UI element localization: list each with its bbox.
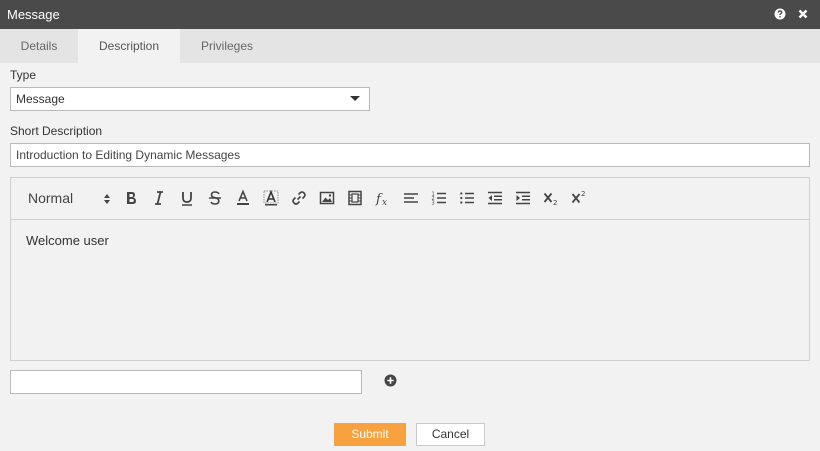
short-description-label: Short Description [10,124,103,138]
video-icon[interactable] [346,189,364,207]
outdent-icon[interactable] [486,189,504,207]
type-select-value: Message [16,92,65,106]
svg-text:2: 2 [553,199,557,207]
link-icon[interactable] [290,189,308,207]
indent-icon[interactable] [514,189,532,207]
cancel-button[interactable]: Cancel [416,423,485,446]
format-select-arrows-icon[interactable] [103,192,111,206]
superscript-icon[interactable]: 2 [570,189,588,207]
chevron-down-icon [350,96,360,101]
highlight-icon[interactable] [262,189,280,207]
close-icon[interactable] [797,8,809,20]
svg-text:2: 2 [581,190,585,198]
tab-bar: Details Description Privileges [0,29,820,63]
tab-details[interactable]: Details [0,29,78,63]
formula-icon[interactable]: f x [374,189,392,207]
type-label: Type [10,68,37,82]
tab-description[interactable]: Description [78,29,180,63]
image-icon[interactable] [318,189,336,207]
tab-privileges[interactable]: Privileges [180,29,274,63]
help-icon[interactable] [774,8,786,20]
rich-text-editor: Normal f x 1 2 3 2 2 Welcome user [10,177,810,361]
short-description-input[interactable]: Introduction to Editing Dynamic Messages [10,143,810,167]
format-select[interactable]: Normal [28,190,73,206]
svg-text:x: x [382,198,387,207]
editor-toolbar: Normal f x 1 2 3 2 2 [11,178,809,220]
font-color-icon[interactable] [234,189,252,207]
window-title: Message [7,7,60,22]
svg-text:3: 3 [432,201,435,207]
type-select[interactable]: Message [10,87,370,111]
subscript-icon[interactable]: 2 [542,189,560,207]
ordered-list-icon[interactable]: 1 2 3 [430,189,448,207]
editor-content[interactable]: Welcome user [26,233,109,248]
bold-icon[interactable] [122,189,140,207]
submit-button[interactable]: Submit [334,423,406,446]
italic-icon[interactable] [150,189,168,207]
bullet-list-icon[interactable] [458,189,476,207]
additional-input[interactable] [10,370,362,394]
align-icon[interactable] [402,189,420,207]
add-circle-icon[interactable] [384,374,397,387]
underline-icon[interactable] [178,189,196,207]
window-titlebar: Message [0,0,820,29]
short-description-value: Introduction to Editing Dynamic Messages [16,148,241,162]
strikethrough-icon[interactable] [206,189,224,207]
